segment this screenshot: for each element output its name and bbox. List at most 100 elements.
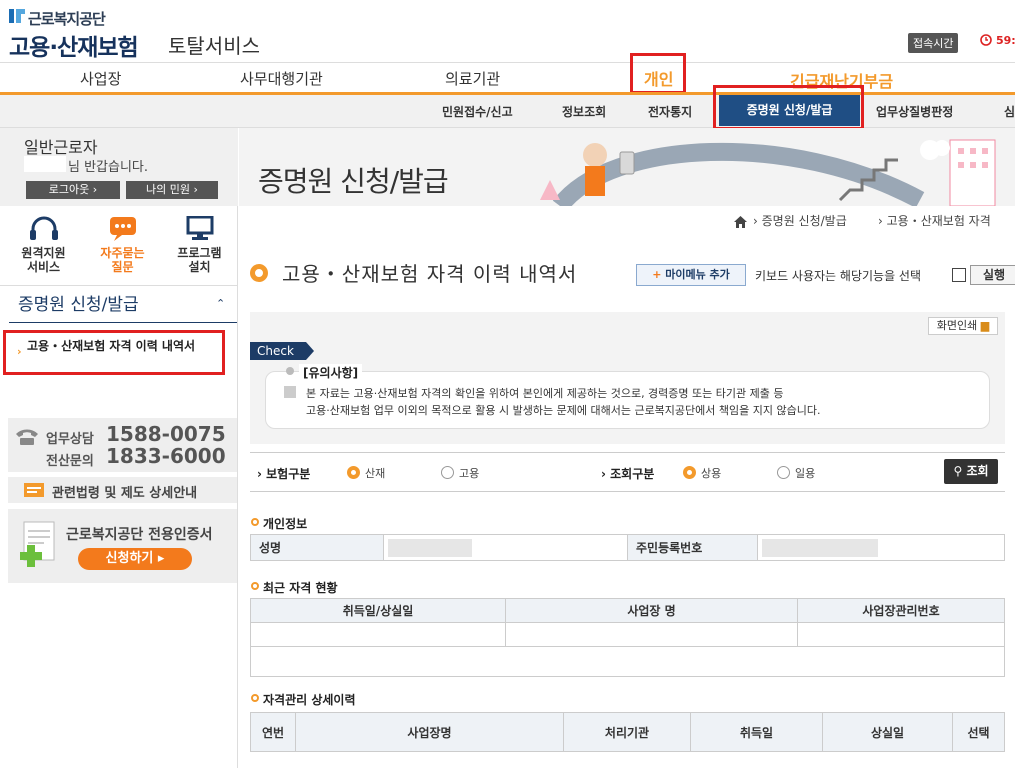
keyboard-checkbox[interactable] — [952, 268, 966, 282]
history-col-lost: 상실일 — [822, 712, 953, 752]
table-cell — [505, 622, 798, 647]
print-label: 화면인쇄 — [936, 319, 978, 332]
history-col-workplace: 사업장명 — [295, 712, 564, 752]
table-cell — [797, 622, 1005, 647]
recent-col-date: 취득일/상실일 — [250, 598, 506, 623]
radio-regular[interactable] — [683, 466, 696, 479]
home-icon[interactable] — [734, 216, 747, 228]
gnb-workplace[interactable]: 사업장 — [80, 68, 121, 89]
gnb-personal[interactable]: 개인 — [644, 66, 673, 90]
snb-more[interactable]: 심 — [1004, 103, 1015, 120]
chat-icon — [109, 217, 136, 241]
my-civil-button[interactable]: 나의 민원 › — [126, 181, 218, 199]
logout-label: 로그아웃 — [48, 183, 90, 196]
name-value — [383, 534, 628, 561]
logout-button[interactable]: 로그아웃 › — [26, 181, 120, 199]
notice-square-icon — [284, 386, 296, 398]
print-button[interactable]: 화면인쇄 ▆ — [928, 317, 998, 335]
add-mymenu-label: 마이메뉴 추가 — [665, 268, 730, 281]
breadcrumb-2[interactable]: › 고용・산재보험 자격 — [878, 212, 991, 229]
session-timer: 59: — [996, 34, 1015, 47]
gnb-agency[interactable]: 사무대행기관 — [240, 68, 323, 89]
plus-icon: + — [652, 268, 662, 281]
headset-icon — [29, 216, 58, 240]
history-col-acquired: 취득일 — [690, 712, 823, 752]
monitor-icon — [186, 216, 213, 240]
section-bullet-icon — [251, 582, 259, 590]
lnb-title[interactable]: 증명원 신청/발급 — [18, 290, 139, 315]
keyboard-note: 키보드 사용자는 해당기능을 선택 — [755, 269, 922, 283]
lnb-divider — [9, 322, 237, 323]
personal-info-title: 개인정보 — [263, 517, 308, 531]
history-table: 연번 사업장명 처리기관 취득일 상실일 선택 — [250, 712, 1005, 752]
insurance-type-text: 보험구분 — [266, 467, 311, 481]
law-link-label[interactable]: 관련법령 및 제도 상세안내 — [52, 482, 197, 501]
quick-program-label: 프로그램 설치 — [177, 246, 222, 274]
notice-title: [유의사항] — [299, 364, 363, 381]
table-cell — [250, 646, 1005, 677]
execute-button[interactable]: 실행 — [970, 265, 1015, 285]
personal-info-table: 성명 주민등록번호 — [250, 534, 1005, 561]
radio-daily-label[interactable]: 일용 — [795, 465, 815, 481]
section-bullet-icon — [251, 518, 259, 526]
history-col-agency: 처리기관 — [563, 712, 691, 752]
title-bullet-icon — [250, 264, 268, 282]
table-cell — [250, 622, 506, 647]
clock-icon — [980, 34, 992, 46]
user-name-masked — [24, 156, 66, 172]
banner-title: 증명원 신청/발급 — [258, 165, 449, 198]
query-type-label: › 조회구분 — [601, 467, 655, 481]
quick-faq[interactable]: 자주묻는 질문 — [83, 206, 162, 286]
query-type-text: 조회구분 — [610, 467, 655, 481]
section-bullet-icon — [251, 694, 259, 702]
service-suffix: 토탈서비스 — [168, 34, 260, 58]
gnb-medical[interactable]: 의료기관 — [445, 68, 500, 89]
cert-apply-button[interactable]: 신청하기 ▸ — [78, 548, 192, 570]
radio-daily[interactable] — [777, 466, 790, 479]
chevron-up-icon[interactable]: ⌃ — [216, 297, 225, 310]
quick-remote-support[interactable]: 원격지원 서비스 — [4, 206, 83, 286]
history-col-select: 선택 — [952, 712, 1005, 752]
breadcrumb-1-label: 증명원 신청/발급 — [761, 214, 847, 228]
quick-program-install[interactable]: 프로그램 설치 — [160, 206, 239, 286]
rrn-label: 주민등록번호 — [627, 534, 758, 561]
certificate-doc-icon — [20, 521, 55, 567]
radio-industrial-label[interactable]: 산재 — [365, 465, 385, 481]
snb-info-query[interactable]: 정보조회 — [562, 103, 606, 120]
breadcrumb-1[interactable]: › 증명원 신청/발급 — [753, 212, 847, 229]
snb-civil-report[interactable]: 민원접수/신고 — [442, 103, 513, 120]
radio-employment-label[interactable]: 고용 — [459, 465, 479, 481]
kcomwel-logo-icon — [9, 9, 25, 23]
check-tag: Check — [250, 342, 306, 360]
recent-status-title: 최근 자격 현황 — [263, 581, 338, 595]
radio-industrial[interactable] — [347, 466, 360, 479]
radio-regular-label[interactable]: 상용 — [701, 465, 721, 481]
history-title: 자격관리 상세이력 — [263, 693, 356, 707]
book-icon — [24, 483, 44, 497]
page-title: 고용・산재보험 자격 이력 내역서 — [282, 262, 578, 286]
session-label: 접속시간 — [908, 33, 959, 53]
header — [0, 0, 1015, 62]
org-name: 근로복지공단 — [28, 10, 106, 28]
history-col-no: 연번 — [250, 712, 296, 752]
rrn-value — [757, 534, 1005, 561]
recent-col-mgmt-no: 사업장관리번호 — [797, 598, 1005, 623]
recent-col-workplace: 사업장 명 — [505, 598, 798, 623]
printer-icon: ▆ — [980, 319, 990, 332]
search-button[interactable]: ⚲ 조회 — [944, 459, 998, 484]
name-label: 성명 — [250, 534, 384, 561]
notice-line-2: 고용·산재보험 업무 이외의 목적으로 활용 시 발생하는 문제에 대해서는 근… — [306, 404, 821, 417]
add-mymenu-button[interactable]: + 마이메뉴 추가 — [636, 264, 746, 286]
user-type: 일반근로자 — [24, 138, 98, 157]
snb-e-notice[interactable]: 전자통지 — [648, 103, 692, 120]
work-consult-number: 1588-0075 — [106, 422, 226, 446]
phone-icon — [16, 429, 38, 445]
lnb-item-qualification-history[interactable]: 고용・산재보험 자격 이력 내역서 — [27, 338, 227, 355]
service-name[interactable]: 고용·산재보험 — [9, 28, 139, 62]
snb-cert-issue[interactable]: 증명원 신청/발급 — [719, 95, 860, 126]
greeting: 님 반갑습니다. — [68, 160, 149, 175]
radio-employment[interactable] — [441, 466, 454, 479]
snb-disease-judge[interactable]: 업무상질병판정 — [876, 103, 953, 120]
check-tag-arrow — [306, 342, 314, 360]
cert-apply-label: 신청하기 — [105, 551, 154, 566]
